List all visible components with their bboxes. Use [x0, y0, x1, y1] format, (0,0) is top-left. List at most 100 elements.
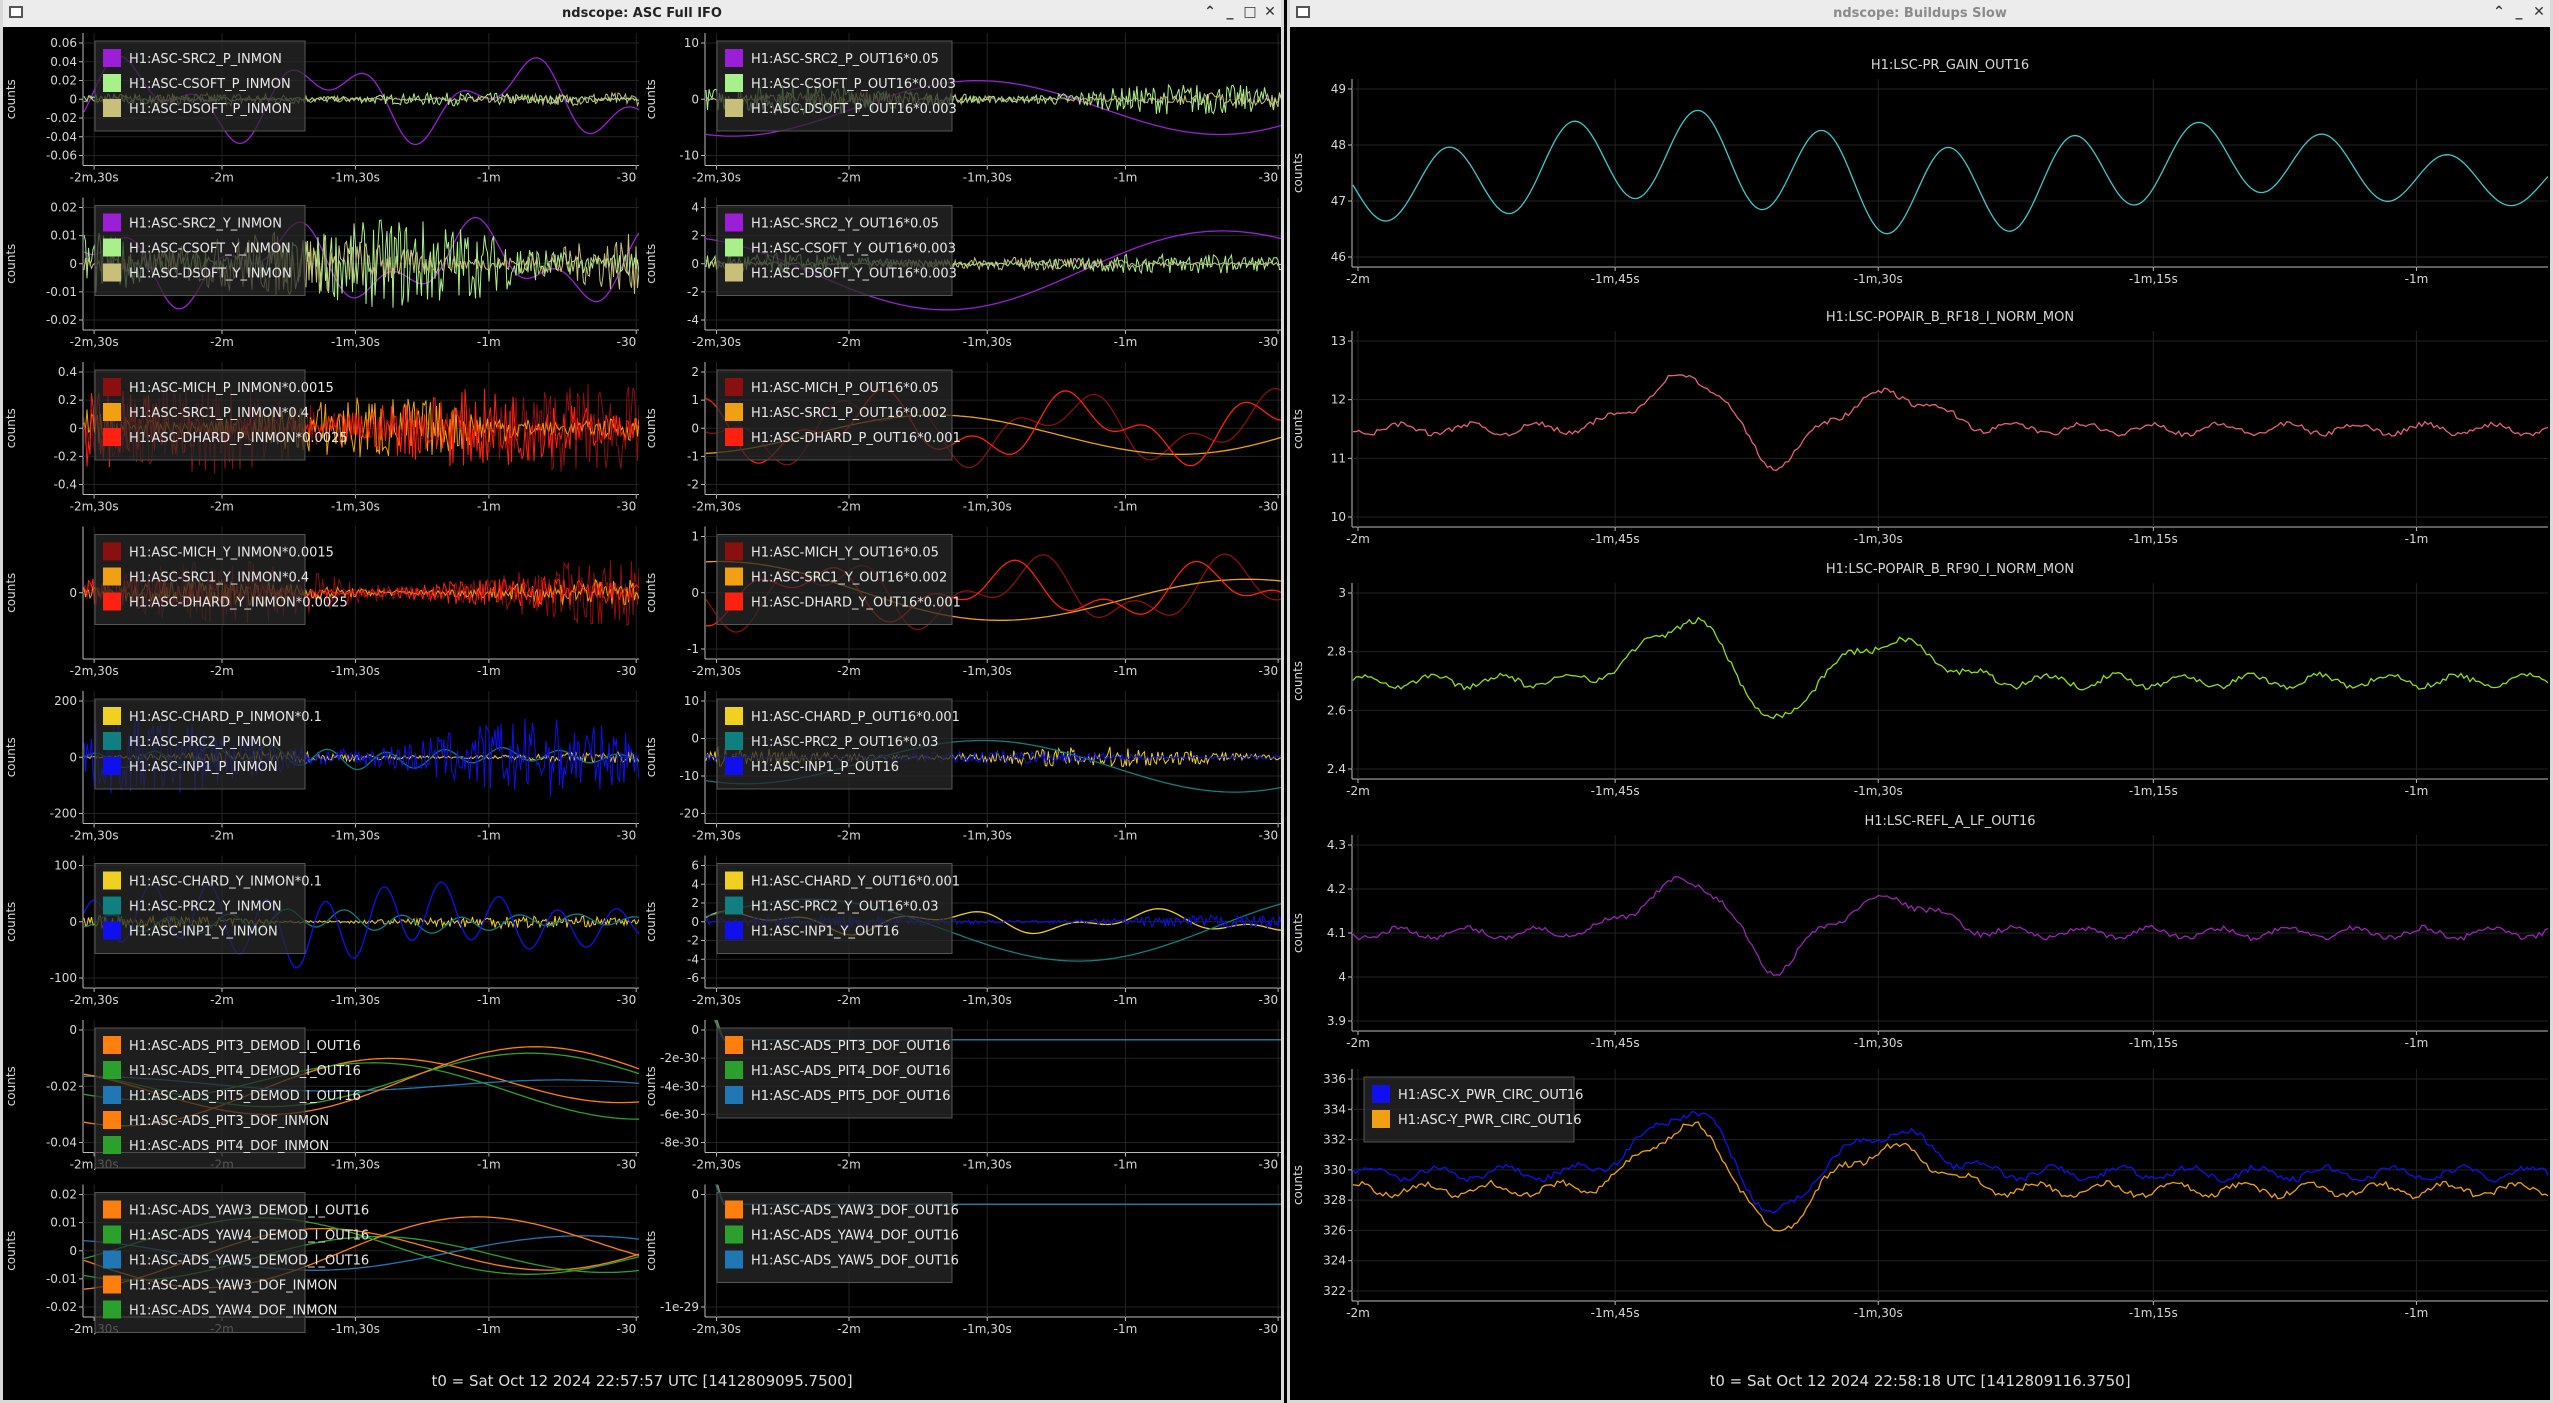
legend-label: H1:ASC-ADS_PIT4_DEMOD_I_OUT16 — [129, 1064, 361, 1079]
y-tick-label: 0.4 — [58, 365, 77, 379]
x-tick-label: -1m,30s — [331, 1158, 380, 1172]
legend-swatch — [725, 757, 743, 775]
x-tick-label: -2m,30s — [70, 500, 119, 514]
legend-label: H1:ASC-SRC1_P_INMON*0.4 — [129, 406, 309, 421]
y-tick-label: -2 — [687, 285, 699, 299]
close-icon[interactable]: ✕ — [1261, 4, 1279, 20]
x-tick-label: -1m — [477, 335, 501, 349]
legend-label: H1:ASC-MICH_P_OUT16*0.05 — [751, 381, 939, 396]
x-tick-label: -2m — [837, 500, 861, 514]
close-icon[interactable]: ✕ — [2530, 4, 2548, 20]
y-axis-label: counts — [644, 902, 658, 942]
legend-swatch — [725, 1250, 743, 1269]
y-tick-label: 0.2 — [58, 393, 77, 407]
legend-label: H1:ASC-ADS_PIT5_DEMOD_I_OUT16 — [129, 1089, 361, 1104]
y-tick-label: -0.04 — [46, 130, 77, 144]
legend-label: H1:ASC-ADS_YAW3_DOF_OUT16 — [751, 1204, 959, 1219]
x-tick-label: -2m,30s — [70, 829, 119, 843]
y-tick-label: 0 — [69, 750, 77, 764]
x-tick-label: -1m,30s — [963, 500, 1012, 514]
y-tick-label: 0 — [691, 92, 699, 106]
legend-swatch — [725, 1086, 743, 1104]
y-tick-label: 2 — [691, 365, 699, 379]
titlebar[interactable]: ndscope: ASC Full IFO ⌃ _ □ ✕ — [3, 0, 1281, 27]
x-tick-label: -1m — [477, 500, 501, 514]
legend-swatch — [725, 896, 743, 915]
legend-swatch — [103, 757, 121, 775]
y-tick-label: 326 — [1323, 1223, 1346, 1237]
y-tick-label: 11 — [1331, 451, 1346, 465]
y-tick-label: 0 — [691, 421, 699, 435]
legend-swatch — [725, 74, 743, 92]
legend-swatch — [725, 1225, 743, 1244]
trace-group — [1352, 616, 2548, 720]
plot-panel: 0.06 0.04 0.02 0 -0.02 -0.04 -0.06 -2m,30s -2m -1… — [4, 33, 639, 185]
legend-swatch — [725, 213, 743, 232]
x-tick-label: -2m — [1346, 1036, 1370, 1050]
y-axis-label: counts — [644, 1066, 658, 1106]
y-tick-label: -0.04 — [46, 1136, 77, 1150]
y-tick-label: -100 — [50, 971, 77, 985]
legend-label: H1:ASC-ADS_YAW4_DOF_OUT16 — [751, 1229, 959, 1244]
y-axis-label: counts — [4, 79, 18, 119]
x-tick-label: -30 — [617, 1158, 637, 1172]
x-tick-label: -2m,30s — [692, 1158, 741, 1172]
x-tick-label: -1m,30s — [1854, 1306, 1903, 1320]
y-tick-label: 4 — [691, 201, 699, 215]
x-tick-label: -1m,30s — [963, 664, 1012, 678]
titlebar[interactable]: ndscope: Buildups Slow ⌃ _ ✕ — [1290, 0, 2550, 27]
legend-swatch — [103, 99, 121, 117]
y-tick-label: 2.4 — [1327, 762, 1346, 776]
x-tick-label: -2m — [1346, 1306, 1370, 1320]
plot-grid[interactable]: 0.06 0.04 0.02 0 -0.02 -0.04 -0.06 -2m,30s -2m -1… — [3, 27, 1281, 1403]
y-axis-label: counts — [4, 1066, 18, 1106]
y-axis-label: counts — [4, 1231, 18, 1271]
y-axis-label: counts — [1291, 913, 1305, 953]
legend-swatch — [725, 263, 743, 282]
legend-swatch — [725, 921, 743, 940]
legend-label: H1:ASC-ADS_YAW4_DEMOD_I_OUT16 — [129, 1229, 369, 1244]
series-trace — [1352, 109, 2548, 235]
x-tick-label: -1m,30s — [331, 171, 380, 185]
x-tick-label: -1m,30s — [331, 664, 380, 678]
y-tick-label: 200 — [54, 694, 77, 708]
y-tick-label: -0.2 — [54, 449, 77, 463]
keep-above-icon[interactable]: ⌃ — [2490, 4, 2508, 20]
y-tick-label: -10 — [679, 149, 699, 163]
plot-panel: 200 0 -200 -2m,30s -2m -1m,30s -1m -30 counts H1:… — [4, 691, 639, 843]
x-tick-label: -30 — [1259, 171, 1279, 185]
legend-label: H1:ASC-SRC2_P_INMON — [129, 52, 282, 67]
keep-above-icon[interactable]: ⌃ — [1201, 4, 1219, 20]
maximize-icon[interactable]: □ — [1241, 4, 1259, 20]
y-tick-label: 324 — [1323, 1254, 1346, 1268]
legend-swatch — [103, 403, 121, 421]
x-tick-label: -2m — [210, 664, 234, 678]
minimize-icon[interactable]: _ — [1221, 4, 1239, 20]
y-axis-label: counts — [644, 1231, 658, 1271]
legend-label: H1:ASC-CSOFT_Y_INMON — [129, 242, 291, 257]
legend-label: H1:ASC-CHARD_Y_INMON*0.1 — [129, 875, 322, 890]
x-tick-label: -2m,30s — [70, 993, 119, 1007]
t0-footer: t0 = Sat Oct 12 2024 22:58:18 UTC [14128… — [1709, 1372, 2131, 1390]
y-tick-label: -6 — [687, 971, 699, 985]
legend-label: H1:ASC-ADS_PIT4_DOF_OUT16 — [751, 1064, 951, 1079]
x-tick-label: -2m — [837, 1158, 861, 1172]
x-tick-label: -1m — [2405, 532, 2429, 546]
y-tick-label: 10 — [684, 36, 699, 50]
x-tick-label: -2m — [1346, 532, 1370, 546]
plot-panel: 10 0 -10 -20 -2m,30s -2m -1m,30s -1m -30 counts H1… — [644, 691, 1281, 843]
x-tick-label: -1m,30s — [331, 829, 380, 843]
y-tick-label: 0.01 — [50, 1216, 77, 1230]
legend-swatch — [103, 707, 121, 725]
legend-swatch — [103, 1250, 121, 1269]
y-tick-label: 2.6 — [1327, 703, 1346, 717]
y-tick-label: 0 — [69, 1244, 77, 1258]
y-tick-label: 10 — [684, 694, 699, 708]
minimize-icon[interactable]: _ — [2510, 4, 2528, 20]
y-axis-label: counts — [644, 737, 658, 777]
trace-group — [1353, 374, 2548, 471]
plot-grid[interactable]: H1:LSC-PR_GAIN_OUT1649484746-2m -1m,45s -1… — [1290, 27, 2550, 1403]
y-tick-label: 0 — [69, 1023, 77, 1037]
legend-swatch — [725, 428, 743, 446]
y-tick-label: -20 — [679, 807, 699, 821]
